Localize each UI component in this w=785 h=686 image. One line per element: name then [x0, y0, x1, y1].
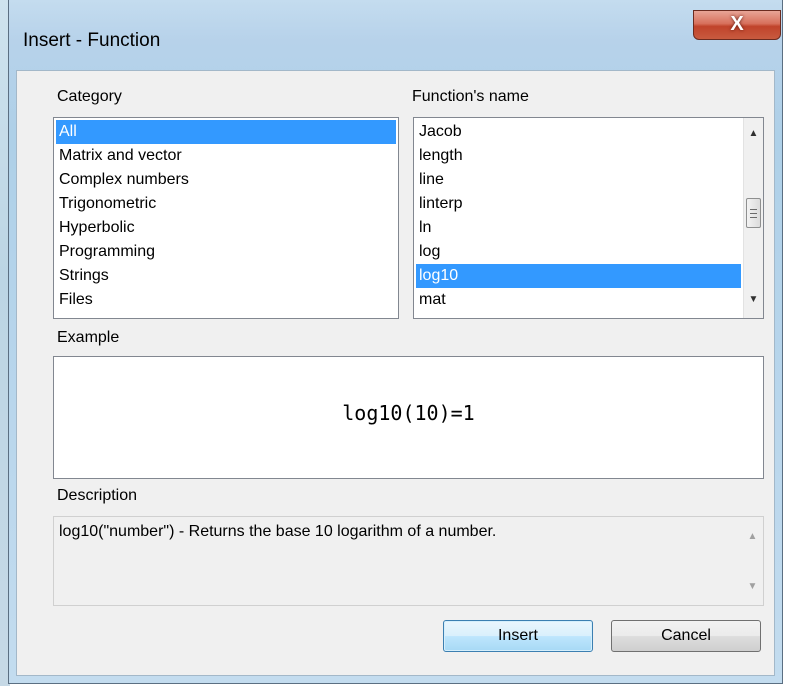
category-list-item[interactable]: Matrix and vector	[56, 144, 396, 168]
insert-button[interactable]: Insert	[443, 620, 593, 652]
function-list-scrollbar[interactable]: ▲ ▼	[743, 118, 763, 318]
function-list-item[interactable]: log	[416, 240, 741, 264]
description-text: log10("number") - Returns the base 10 lo…	[59, 523, 497, 540]
category-list-item[interactable]: Hyperbolic	[56, 216, 396, 240]
scroll-up-arrow-icon[interactable]: ▲	[743, 527, 762, 547]
function-list-item[interactable]: length	[416, 144, 741, 168]
category-list-item[interactable]: Files	[56, 288, 396, 312]
close-icon: X	[730, 13, 744, 35]
scroll-thumb[interactable]	[746, 198, 761, 228]
description-scrollbar[interactable]: ▲ ▼	[743, 517, 763, 605]
example-formula: log10(10)=1	[342, 401, 475, 425]
example-label: Example	[57, 329, 120, 346]
description-textbox[interactable]: log10("number") - Returns the base 10 lo…	[53, 516, 764, 606]
category-list-item[interactable]: Strings	[56, 264, 396, 288]
scroll-up-arrow-icon[interactable]: ▲	[744, 124, 763, 144]
function-list-item[interactable]: log10	[416, 264, 741, 288]
function-list-item[interactable]: Jacob	[416, 120, 741, 144]
category-listbox[interactable]: All Matrix and vector Complex numbers Trigo…	[53, 117, 399, 319]
category-list-item[interactable]: Programming	[56, 240, 396, 264]
title-bar[interactable]: Insert - Function	[9, 0, 782, 76]
function-name-label: Function's name	[412, 88, 529, 105]
insert-function-dialog: Insert - Function X Category All Matrix a…	[8, 0, 783, 684]
function-list-item[interactable]: mat	[416, 288, 741, 312]
function-name-listbox[interactable]: Jacob length line linterp ln log log10 mat ▲ ▼	[413, 117, 764, 319]
scroll-down-arrow-icon[interactable]: ▼	[744, 290, 763, 310]
window-title: Insert - Function	[23, 30, 161, 51]
category-list-item[interactable]: Complex numbers	[56, 168, 396, 192]
category-list-item[interactable]: All	[56, 120, 396, 144]
scroll-down-arrow-icon[interactable]: ▼	[743, 577, 762, 597]
function-list-item[interactable]: ln	[416, 216, 741, 240]
category-list-item[interactable]: Trigonometric	[56, 192, 396, 216]
function-list-item[interactable]: line	[416, 168, 741, 192]
example-preview: log10(10)=1	[53, 356, 764, 479]
grip-line	[750, 213, 757, 214]
cancel-button[interactable]: Cancel	[611, 620, 761, 652]
grip-line	[750, 209, 757, 210]
close-button[interactable]: X	[693, 10, 781, 40]
grip-line	[750, 217, 757, 218]
category-label: Category	[57, 88, 122, 105]
description-label: Description	[57, 487, 138, 504]
function-list-item[interactable]: linterp	[416, 192, 741, 216]
dialog-content: Category All Matrix and vector Complex num…	[16, 70, 775, 676]
